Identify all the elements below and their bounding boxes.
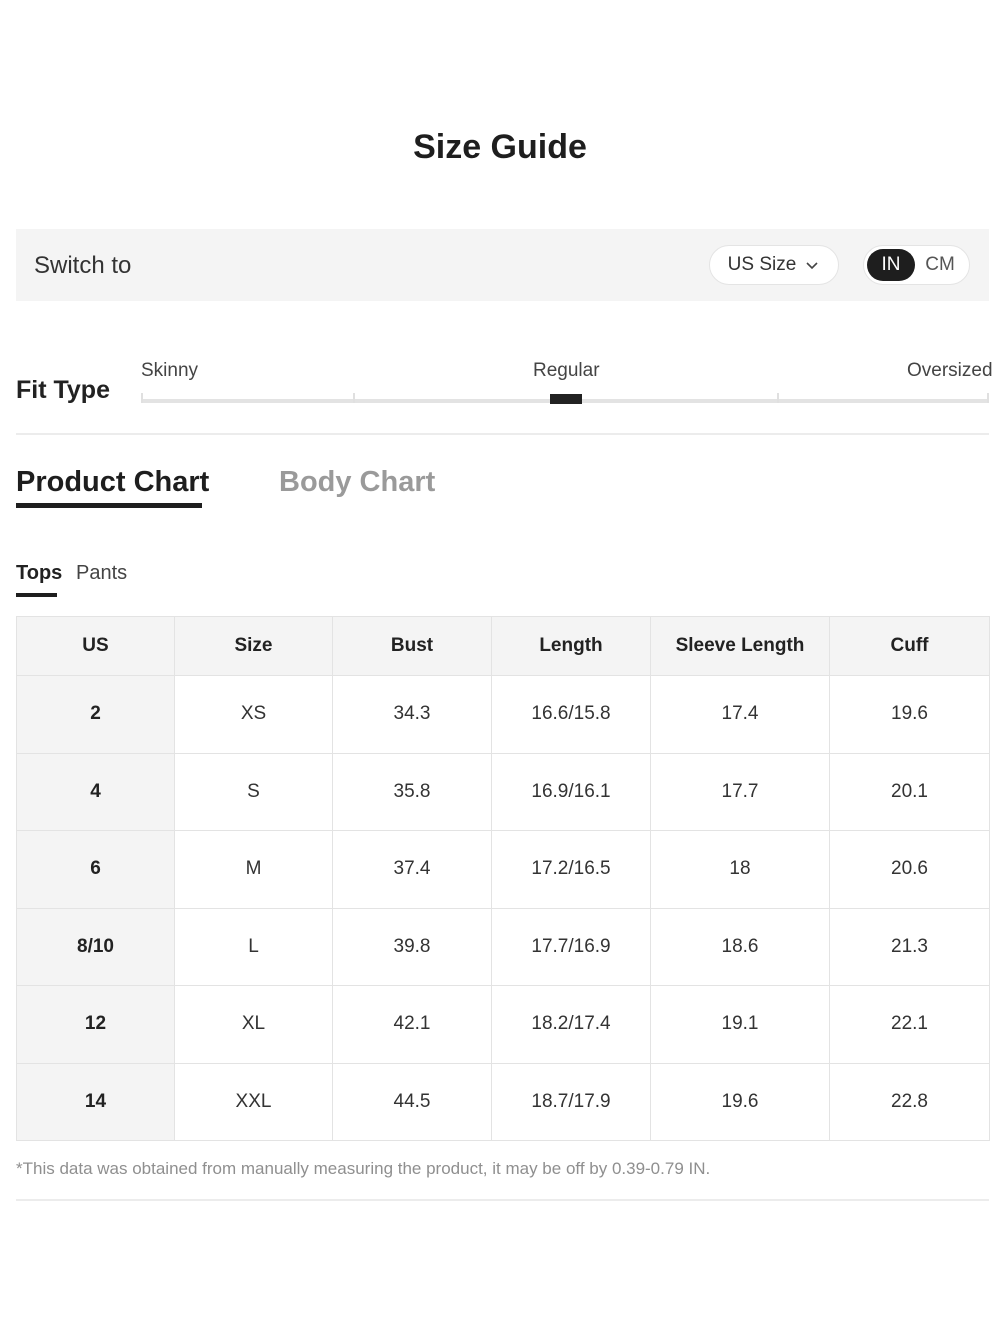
switch-bar: Switch to US Size IN CM (16, 229, 989, 301)
unit-in-button[interactable]: IN (867, 249, 915, 281)
column-header-us: US (16, 616, 175, 676)
bust-cell: 34.3 (332, 675, 492, 754)
table-row: 12 XL 42.1 18.2/17.4 19.1 22.1 (16, 985, 990, 1064)
us-size-cell: 8/10 (16, 907, 175, 986)
table-row: 2 XS 34.3 16.6/15.8 17.4 19.6 (16, 675, 990, 754)
chevron-down-icon (806, 262, 818, 270)
fit-tick (141, 393, 143, 403)
size-cell: XXL (174, 1062, 333, 1141)
fit-type-title: Fit Type (16, 376, 110, 404)
size-cell: S (174, 752, 333, 831)
sleeve-length-cell: 19.1 (650, 985, 830, 1064)
table-row: 14 XXL 44.5 18.7/17.9 19.6 22.8 (16, 1062, 990, 1141)
fit-label-oversized: Oversized (907, 360, 993, 381)
bust-cell: 42.1 (332, 985, 492, 1064)
switch-label: Switch to (34, 252, 132, 279)
bust-cell: 35.8 (332, 752, 492, 831)
column-header-bust: Bust (332, 616, 492, 676)
bust-cell: 44.5 (332, 1062, 492, 1141)
sleeve-length-cell: 19.6 (650, 1062, 830, 1141)
length-cell: 18.2/17.4 (491, 985, 651, 1064)
column-header-size: Size (174, 616, 333, 676)
column-header-length: Length (491, 616, 651, 676)
page-title: Size Guide (413, 128, 587, 166)
length-cell: 17.2/16.5 (491, 830, 651, 909)
bust-cell: 39.8 (332, 907, 492, 986)
us-size-cell: 2 (16, 675, 175, 754)
fit-label-skinny: Skinny (141, 360, 199, 381)
fit-label-regular: Regular (533, 360, 600, 381)
divider (16, 433, 989, 435)
cuff-cell: 20.6 (829, 830, 990, 909)
size-system-value: US Size (727, 254, 797, 275)
unit-cm-button[interactable]: CM (915, 249, 965, 281)
sleeve-length-cell: 18.6 (650, 907, 830, 986)
sleeve-length-cell: 17.4 (650, 675, 830, 754)
unit-toggle: IN CM (863, 245, 970, 285)
column-header-cuff: Cuff (829, 616, 990, 676)
divider (16, 1199, 989, 1201)
length-cell: 16.9/16.1 (491, 752, 651, 831)
cuff-cell: 21.3 (829, 907, 990, 986)
us-size-cell: 4 (16, 752, 175, 831)
cuff-cell: 22.8 (829, 1062, 990, 1141)
tab-tops[interactable]: Tops (16, 562, 62, 585)
column-header-sleeve-length: Sleeve Length (650, 616, 830, 676)
tab-pants[interactable]: Pants (76, 562, 127, 585)
active-subtab-underline (16, 593, 57, 597)
table-row: 4 S 35.8 16.9/16.1 17.7 20.1 (16, 752, 990, 831)
length-cell: 18.7/17.9 (491, 1062, 651, 1141)
table-row: 8/10 L 39.8 17.7/16.9 18.6 21.3 (16, 907, 990, 986)
active-tab-underline (16, 503, 202, 508)
fit-type-marker (550, 394, 582, 404)
fit-tick (353, 393, 355, 403)
tab-body-chart[interactable]: Body Chart (279, 466, 435, 499)
length-cell: 17.7/16.9 (491, 907, 651, 986)
cuff-cell: 22.1 (829, 985, 990, 1064)
size-cell: XS (174, 675, 333, 754)
size-cell: XL (174, 985, 333, 1064)
size-cell: L (174, 907, 333, 986)
us-size-cell: 12 (16, 985, 175, 1064)
size-cell: M (174, 830, 333, 909)
cuff-cell: 19.6 (829, 675, 990, 754)
cuff-cell: 20.1 (829, 752, 990, 831)
table-header-row: US Size Bust Length Sleeve Length Cuff (16, 616, 990, 676)
size-system-select[interactable]: US Size (709, 245, 839, 285)
sleeve-length-cell: 17.7 (650, 752, 830, 831)
us-size-cell: 14 (16, 1062, 175, 1141)
sleeve-length-cell: 18 (650, 830, 830, 909)
length-cell: 16.6/15.8 (491, 675, 651, 754)
bust-cell: 37.4 (332, 830, 492, 909)
size-table: US Size Bust Length Sleeve Length Cuff 2… (16, 616, 990, 1141)
fit-tick (987, 393, 989, 403)
tab-product-chart[interactable]: Product Chart (16, 466, 209, 499)
measurement-note: *This data was obtained from manually me… (16, 1159, 711, 1178)
table-row: 6 M 37.4 17.2/16.5 18 20.6 (16, 830, 990, 909)
us-size-cell: 6 (16, 830, 175, 909)
fit-tick (777, 393, 779, 403)
